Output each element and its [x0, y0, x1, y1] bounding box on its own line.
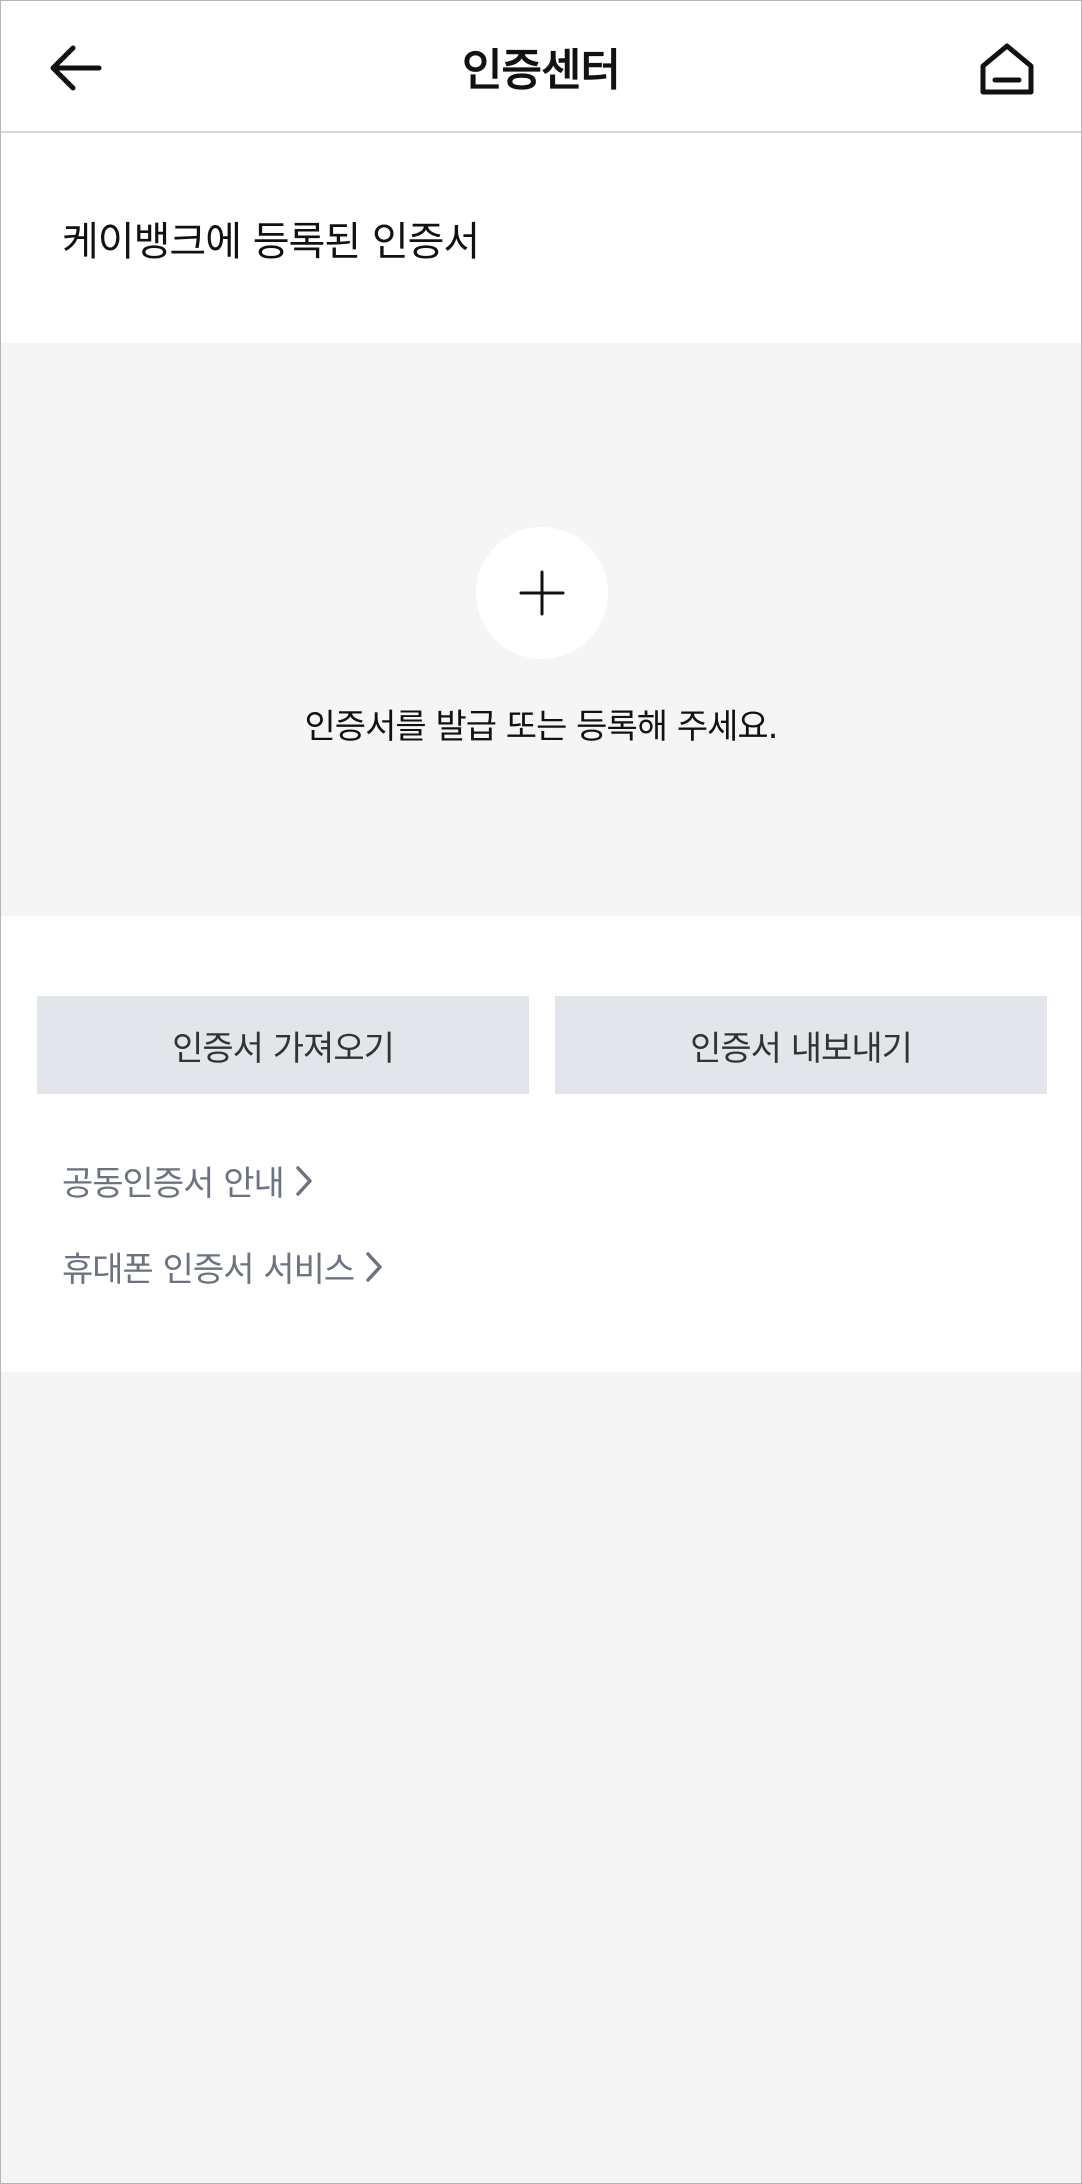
empty-background	[0, 1372, 1082, 2184]
mobile-certificate-service-link[interactable]: 휴대폰 인증서 서비스	[62, 1242, 384, 1291]
chevron-right-icon	[296, 1165, 312, 1196]
link-label: 공동인증서 안내	[62, 1164, 285, 1204]
top-app-bar: 인증센터	[0, 0, 1082, 133]
certificate-actions: 인증서 가져오기 인증서 내보내기 공동인증서 안내 휴대폰 인증서 서비스	[0, 916, 1082, 1372]
registered-certificates-header: 케이뱅크에 등록된 인증서	[0, 133, 1082, 343]
add-certificate-button[interactable]	[476, 527, 608, 659]
home-icon	[980, 43, 1034, 95]
chevron-right-icon	[366, 1251, 382, 1282]
export-certificate-button[interactable]: 인증서 내보내기	[555, 996, 1047, 1094]
page-title: 인증센터	[462, 45, 621, 96]
link-label: 휴대폰 인증서 서비스	[62, 1250, 355, 1290]
home-button[interactable]	[962, 30, 1052, 106]
section-heading: 케이뱅크에 등록된 인증서	[62, 219, 480, 265]
import-certificate-button[interactable]: 인증서 가져오기	[37, 996, 529, 1094]
joint-certificate-info-link[interactable]: 공동인증서 안내	[62, 1156, 314, 1205]
empty-state-message: 인증서를 발급 또는 등록해 주세요.	[304, 707, 779, 747]
plus-icon	[519, 570, 565, 616]
certificate-empty-state: 인증서를 발급 또는 등록해 주세요.	[0, 343, 1082, 916]
